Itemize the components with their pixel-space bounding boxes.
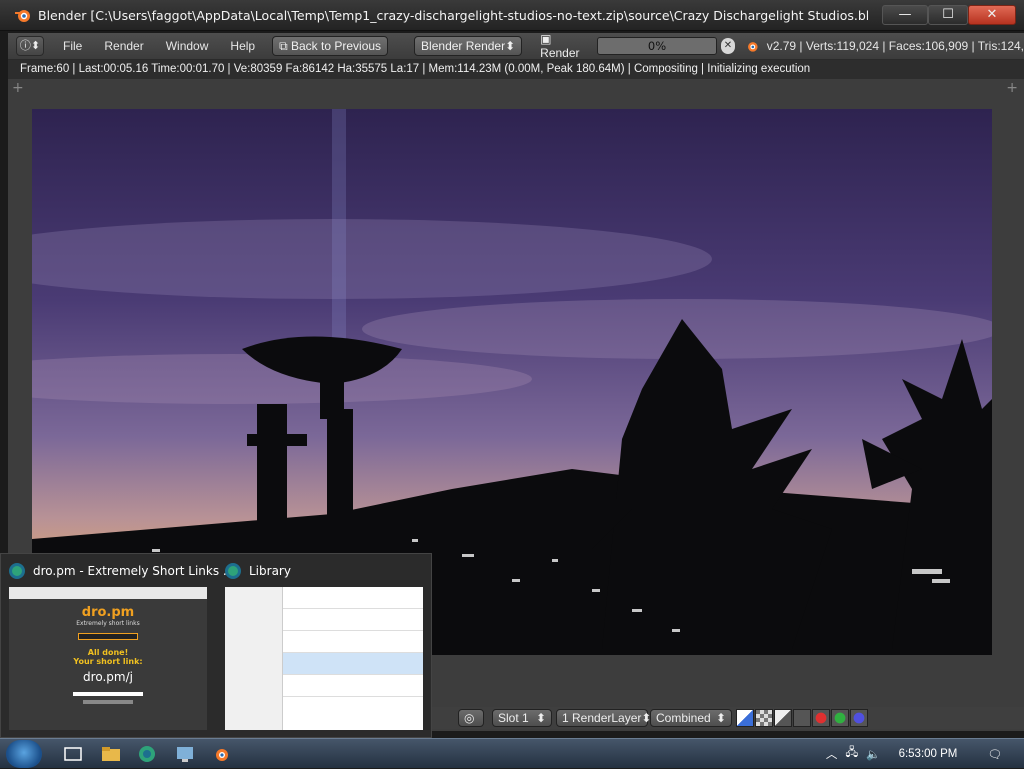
blue-channel-icon[interactable] xyxy=(850,709,868,727)
site-tagline: Extremely short links xyxy=(76,620,140,627)
thumbnail-title: dro.pm - Extremely Short Links ... xyxy=(33,564,235,578)
edge-browser-icon xyxy=(9,563,25,579)
area-split-icon[interactable]: + xyxy=(1006,80,1018,96)
network-app-icon[interactable] xyxy=(174,744,196,764)
window-titlebar[interactable]: Blender [C:\Users\faggot\AppData\Local\T… xyxy=(0,0,1024,31)
render-label: ▣ Render xyxy=(540,32,587,60)
render-engine-value: Blender Render xyxy=(421,39,506,53)
chevron-updown-icon: ⬍ xyxy=(715,711,726,725)
view-mode-button[interactable]: ◎ xyxy=(458,709,484,727)
area-split-icon[interactable]: + xyxy=(12,80,24,96)
network-icon[interactable]: 🖧 xyxy=(845,745,858,764)
thumbnail-dro-pm[interactable]: dro.pm - Extremely Short Links ... dro.p… xyxy=(1,554,234,736)
back-to-previous-button[interactable]: ⧉ Back to Previous xyxy=(272,36,389,56)
window-title: Blender [C:\Users\faggot\AppData\Local\T… xyxy=(38,7,868,23)
screen-back-icon: ⧉ xyxy=(279,39,291,53)
draw-rgb-alpha-icon[interactable] xyxy=(736,709,754,727)
clock[interactable]: 6:53:00 PM xyxy=(899,748,958,760)
action-center-icon[interactable]: 🗨 xyxy=(987,747,1002,761)
chevron-updown-icon: ⬍ xyxy=(505,39,516,53)
short-link-label: Your short link: xyxy=(73,657,143,666)
system-tray: ︿ 🖧 🔈 6:53:00 PM 🗨 xyxy=(822,739,1024,769)
editor-type-selector[interactable]: ⓘ⬍ xyxy=(16,36,45,56)
menu-render[interactable]: Render xyxy=(93,39,154,53)
red-channel-icon[interactable] xyxy=(812,709,830,727)
taskbar: ︿ 🖧 🔈 6:53:00 PM 🗨 xyxy=(0,738,1024,768)
slot-value: Slot 1 xyxy=(498,711,529,725)
draw-z-buffer-icon[interactable] xyxy=(774,709,792,727)
render-progress-bar: 0% xyxy=(597,37,717,55)
maximize-button[interactable]: ☐ xyxy=(928,5,968,25)
edge-browser-icon xyxy=(225,563,241,579)
thumbnail-library[interactable]: Library xyxy=(217,554,429,736)
render-pass-value: Combined xyxy=(656,711,711,725)
close-button[interactable]: ✕ xyxy=(968,5,1016,25)
thumbnail-preview xyxy=(225,587,423,730)
camera-icon: ▣ xyxy=(540,32,552,46)
render-engine-select[interactable]: Blender Render ⬍ xyxy=(414,36,523,56)
hand-pan-icon[interactable] xyxy=(793,709,811,727)
camera-view-icon: ◎ xyxy=(464,711,475,725)
scene-stats: v2.79 | Verts:119,024 | Faces:106,909 | … xyxy=(766,39,1024,53)
render-status-line: Frame:60 | Last:00:05.16 Time:00:01.70 |… xyxy=(8,60,1024,79)
speaker-icon[interactable]: 🔈 xyxy=(866,747,880,761)
chevron-updown-icon: ⬍ xyxy=(535,711,546,725)
render-layer-value: 1 RenderLayer xyxy=(562,711,642,725)
blender-logo-icon xyxy=(15,10,30,22)
menu-window[interactable]: Window xyxy=(155,39,220,53)
chevron-up-icon[interactable]: ︿ xyxy=(826,746,838,762)
menu-help[interactable]: Help xyxy=(219,39,266,53)
slot-select[interactable]: Slot 1 ⬍ xyxy=(492,709,552,727)
minimize-button[interactable]: — xyxy=(882,5,928,25)
draw-alpha-icon[interactable] xyxy=(755,709,773,727)
render-pass-select[interactable]: Combined ⬍ xyxy=(650,709,732,727)
image-editor-footer: ◎ Slot 1 ⬍ 1 RenderLayer ⬍ Combined ⬍ xyxy=(430,707,1024,729)
blender-logo-icon xyxy=(747,42,758,52)
render-label-text: Render xyxy=(540,46,580,60)
render-progress-text: 0% xyxy=(647,39,667,53)
taskbar-thumbnail-popup: dro.pm - Extremely Short Links ... dro.p… xyxy=(0,553,432,738)
thumbnail-title: Library xyxy=(249,564,291,578)
done-text: All done! xyxy=(87,648,129,657)
render-layer-select[interactable]: 1 RenderLayer ⬍ xyxy=(556,709,651,727)
start-button[interactable] xyxy=(6,740,42,768)
site-name: dro.pm xyxy=(81,605,135,620)
green-channel-icon[interactable] xyxy=(831,709,849,727)
thumbnail-preview: dro.pm Extremely short links All done! Y… xyxy=(9,587,207,730)
info-header: ⓘ⬍ File Render Window Help ⧉ Back to Pre… xyxy=(8,32,1024,60)
cancel-render-button[interactable]: ✕ xyxy=(720,38,735,54)
edge-browser-icon[interactable] xyxy=(136,744,158,764)
menu-file[interactable]: File xyxy=(52,39,93,53)
blender-logo-icon[interactable] xyxy=(210,744,232,764)
file-explorer-icon[interactable] xyxy=(100,744,122,764)
short-link: dro.pm/j xyxy=(83,670,133,684)
task-view-icon[interactable] xyxy=(62,744,84,764)
back-to-previous-label: Back to Previous xyxy=(291,39,382,53)
